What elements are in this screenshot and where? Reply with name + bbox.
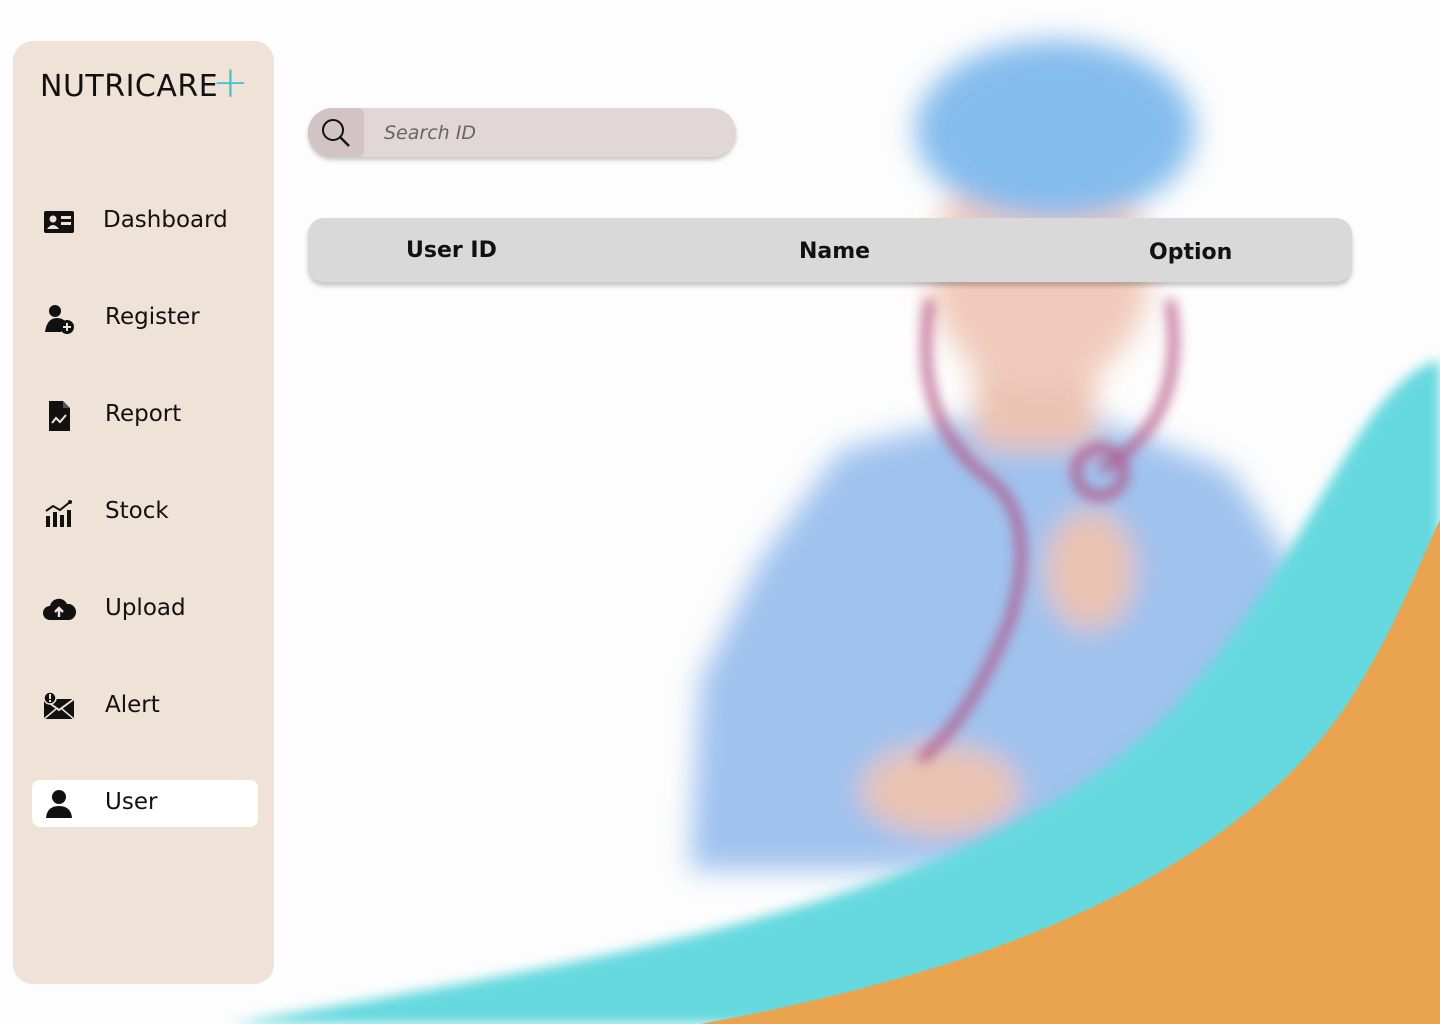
search-bar (308, 108, 736, 157)
sidebar-item-upload[interactable]: Upload (32, 586, 258, 633)
sidebar-item-label: Stock (105, 498, 169, 524)
cloud-upload-icon (42, 593, 76, 627)
logo-plus-icon: + (212, 57, 250, 108)
sidebar-item-label: Dashboard (103, 207, 228, 233)
user-table-header: User ID Name Option (308, 218, 1352, 282)
column-header-name[interactable]: Name (799, 239, 870, 264)
sidebar-item-alert[interactable]: Alert (32, 683, 258, 730)
sidebar-item-label: Alert (105, 692, 160, 718)
column-header-option[interactable]: Option (1149, 240, 1232, 265)
logo-text: NUTRICARE (40, 69, 219, 104)
sidebar-item-dashboard[interactable]: Dashboard (32, 198, 258, 245)
bar-chart-icon (42, 496, 76, 530)
user-icon (42, 787, 76, 821)
sidebar-item-label: Upload (105, 595, 186, 621)
column-header-user-id[interactable]: User ID (406, 238, 497, 263)
user-plus-icon (42, 302, 76, 336)
file-chart-icon (42, 399, 76, 433)
id-card-icon (42, 205, 76, 239)
search-button[interactable] (308, 108, 364, 157)
sidebar-item-label: Report (105, 401, 182, 427)
sidebar-item-report[interactable]: Report (32, 392, 258, 439)
mail-alert-icon (42, 690, 76, 724)
sidebar-item-label: User (105, 789, 158, 815)
search-icon (322, 118, 350, 147)
sidebar-item-register[interactable]: Register (32, 295, 258, 342)
search-input[interactable] (382, 117, 716, 149)
sidebar-item-stock[interactable]: Stock (32, 489, 258, 536)
sidebar-item-label: Register (105, 304, 200, 330)
sidebar: NUTRICARE + Dashboard Register Report Sto… (13, 41, 274, 984)
app-logo[interactable]: NUTRICARE + (40, 57, 249, 108)
sidebar-item-user[interactable]: User (32, 780, 258, 827)
